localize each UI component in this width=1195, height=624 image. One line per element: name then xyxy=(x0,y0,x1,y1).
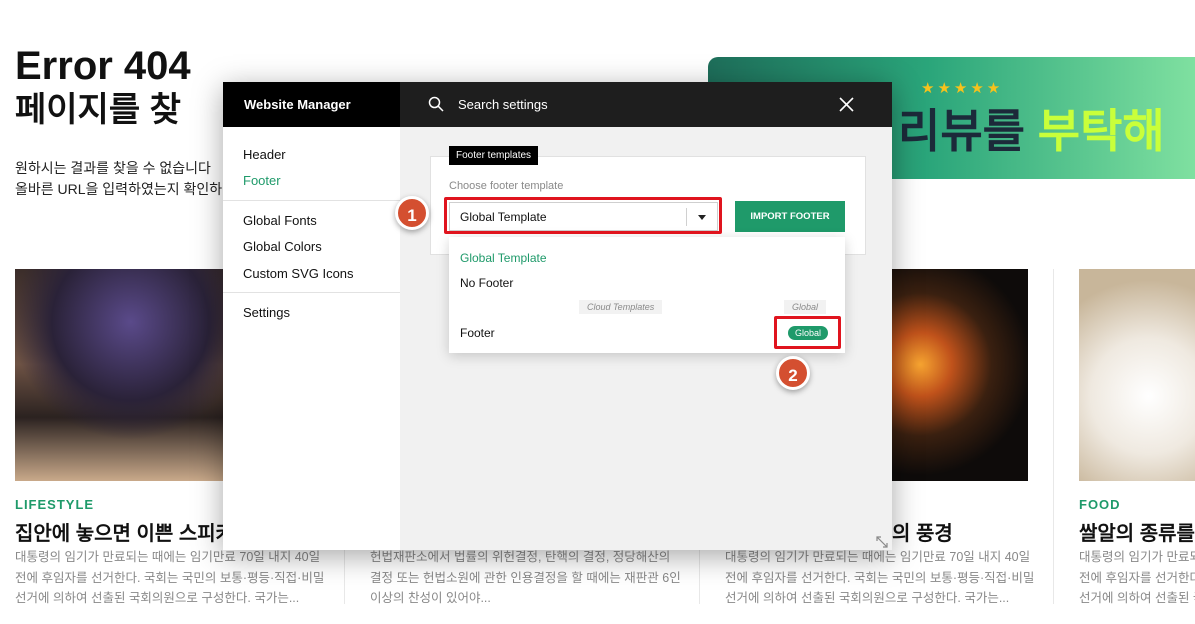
panel-tag: Footer templates xyxy=(449,146,539,165)
highlight-select xyxy=(444,197,722,234)
error-title: Error 404 페이지를 찾 xyxy=(15,44,191,132)
sidebar-item-settings[interactable]: Settings xyxy=(243,305,290,320)
dropdown-option-global-template[interactable]: Global Template xyxy=(460,251,547,265)
card-category[interactable]: LIFESTYLE xyxy=(15,497,94,512)
card-excerpt-line: 대통령의 임기가 만료되는 때에는 임기만료 70일 내지 40일 xyxy=(725,550,1031,564)
search-input[interactable]: Search settings xyxy=(458,82,548,127)
resize-icon[interactable] xyxy=(875,535,889,549)
import-footer-button[interactable]: IMPORT FOOTER xyxy=(735,201,845,232)
card-title[interactable]: 집안에 놓으면 이쁜 스피커 xyxy=(15,517,234,546)
banner-text-b: 부탁해 xyxy=(1037,105,1165,157)
card-excerpt-line: 헌법재판소에서 법률의 위헌결정, 탄핵의 결정, 정당해산의 xyxy=(370,550,671,564)
banner-text-a: 리뷰를 xyxy=(898,105,1038,157)
sidebar-item-header[interactable]: Header xyxy=(243,147,286,162)
modal-header: Website Manager Search settings xyxy=(223,82,892,127)
search-icon[interactable] xyxy=(428,96,444,112)
settings-sidebar: Header Footer Global Fonts Global Colors… xyxy=(223,127,400,550)
card-image-rice[interactable] xyxy=(1079,269,1195,481)
card-excerpt: 대통령의 임기가 만료되는 때에는 임기만료 70일 내지 40일 전에 후임자… xyxy=(725,547,1034,609)
card-title[interactable]: 의 풍경 xyxy=(892,517,953,546)
step-marker-1: 1 xyxy=(395,196,429,230)
sidebar-divider xyxy=(223,292,400,293)
card-excerpt: 대통령의 임기가 만료되는 때에는 임기만료 70일 내지 40일 전에 후임자… xyxy=(15,547,324,609)
card-excerpt-line: 선거에 의하여 선출된 국회의 xyxy=(1079,591,1195,605)
card-excerpt-line: 결정 또는 헌법소원에 관한 인용결정을 할 때에는 재판관 6인 xyxy=(370,570,681,585)
card-excerpt-line: 전에 후임자를 선거한다. 국회 xyxy=(1079,570,1195,585)
error-text: 원하시는 결과를 찾을 수 없습니다 올바른 URL을 입력하였는지 확인하 xyxy=(15,158,222,200)
card-title[interactable]: 쌀알의 종류를 알 xyxy=(1079,517,1195,546)
dropdown-option-no-footer[interactable]: No Footer xyxy=(460,276,513,290)
card-excerpt: 헌법재판소에서 법률의 위헌결정, 탄핵의 결정, 정당해산의 결정 또는 헌법… xyxy=(370,547,681,609)
card-divider xyxy=(1053,269,1054,604)
step-marker-2: 2 xyxy=(776,356,810,390)
field-label: Choose footer template xyxy=(449,180,564,192)
global-group-label: Global xyxy=(784,300,827,314)
sidebar-item-footer[interactable]: Footer xyxy=(243,173,281,188)
sidebar-item-global-colors[interactable]: Global Colors xyxy=(243,239,322,254)
modal-brand: Website Manager xyxy=(223,82,400,127)
sidebar-item-global-fonts[interactable]: Global Fonts xyxy=(243,213,317,228)
card-excerpt-line: 대통령의 임기가 만료되는 때 xyxy=(1079,550,1195,564)
card-excerpt: 대통령의 임기가 만료되는 때 전에 후임자를 선거한다. 국회 선거에 의하여… xyxy=(1079,547,1195,609)
card-excerpt-line: 전에 후임자를 선거한다. 국회는 국민의 보통·평등·직접·비밀 xyxy=(15,570,325,585)
banner-text: 리뷰를 부탁해 xyxy=(898,95,1165,161)
close-icon[interactable] xyxy=(839,97,854,112)
card-image-studio[interactable] xyxy=(15,269,225,481)
card-excerpt-line: 선거에 의하여 선출된 국회의원으로 구성한다. 국가는... xyxy=(15,591,300,605)
card-excerpt-line: 선거에 의하여 선출된 국회의원으로 구성한다. 국가는... xyxy=(725,591,1010,605)
sidebar-item-custom-svg-icons[interactable]: Custom SVG Icons xyxy=(243,266,354,281)
card-category[interactable]: FOOD xyxy=(1079,497,1121,512)
error-text-line1: 원하시는 결과를 찾을 수 없습니다 xyxy=(15,160,211,176)
cloud-templates-label: Cloud Templates xyxy=(579,300,663,314)
dropdown-option-footer[interactable]: Footer xyxy=(460,326,495,340)
highlight-global-badge xyxy=(774,316,841,349)
card-excerpt-line: 대통령의 임기가 만료되는 때에는 임기만료 70일 내지 40일 xyxy=(15,550,321,564)
card-excerpt-line: 전에 후임자를 선거한다. 국회는 국민의 보통·평등·직접·비밀 xyxy=(725,570,1035,585)
error-title-line1: Error 404 xyxy=(15,44,191,88)
card-excerpt-line: 이상의 찬성이 있어야... xyxy=(370,591,491,605)
error-title-line2: 페이지를 찾 xyxy=(15,91,181,129)
sidebar-divider xyxy=(223,200,400,201)
error-text-line2: 올바른 URL을 입력하였는지 확인하 xyxy=(15,181,223,197)
